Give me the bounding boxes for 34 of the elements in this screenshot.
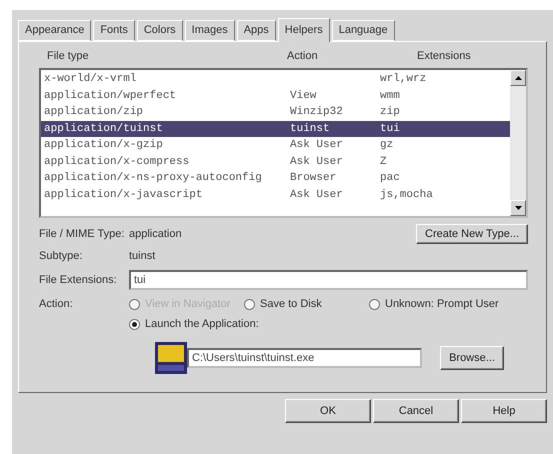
scroll-up-icon[interactable] <box>510 70 526 86</box>
column-header: File type <box>47 50 90 62</box>
tab[interactable]: Apps <box>236 20 276 41</box>
scroll-down-icon[interactable] <box>510 200 526 216</box>
column-header: Extensions <box>417 50 472 62</box>
extensions-field[interactable]: tui <box>129 270 528 290</box>
tab[interactable]: Images <box>184 20 235 41</box>
list-row[interactable]: application/tuinst tuinst tui <box>41 120 510 137</box>
application-path-field[interactable]: C:\Users\tuinst\tuinst.exe <box>187 348 422 368</box>
field-label: Subtype: <box>39 250 84 262</box>
dialog-button[interactable]: OK <box>285 399 371 423</box>
column-header: Action <box>287 50 319 62</box>
tab[interactable]: Appearance <box>18 20 92 41</box>
tab[interactable]: Fonts <box>93 20 135 41</box>
radio-button[interactable] <box>369 298 380 310</box>
browse-button[interactable]: Browse... <box>440 346 504 370</box>
tab[interactable]: Language <box>332 20 395 41</box>
scrollbar[interactable] <box>510 70 526 216</box>
dialog-button[interactable]: Cancel <box>373 399 459 423</box>
radio-button[interactable] <box>244 298 255 310</box>
radio-option[interactable]: Save to Disk <box>244 298 369 310</box>
tab[interactable]: Colors <box>136 20 183 41</box>
radio-option[interactable]: Launch the Application: <box>129 318 259 330</box>
field-label: File Extensions: <box>39 274 118 286</box>
application-icon <box>155 342 187 374</box>
mime-type-value: application <box>129 228 182 240</box>
dialog-button[interactable]: Help <box>461 399 547 423</box>
tab[interactable]: Helpers <box>278 18 330 42</box>
field-label: File / MIME Type: <box>39 228 126 240</box>
create-new-type-button[interactable]: Create New Type... <box>416 224 528 244</box>
field-label: Action: <box>39 298 74 310</box>
radio-button[interactable] <box>129 318 140 330</box>
subtype-value: tuinst <box>129 250 156 262</box>
radio-option[interactable]: Unknown: Prompt User <box>369 298 499 310</box>
